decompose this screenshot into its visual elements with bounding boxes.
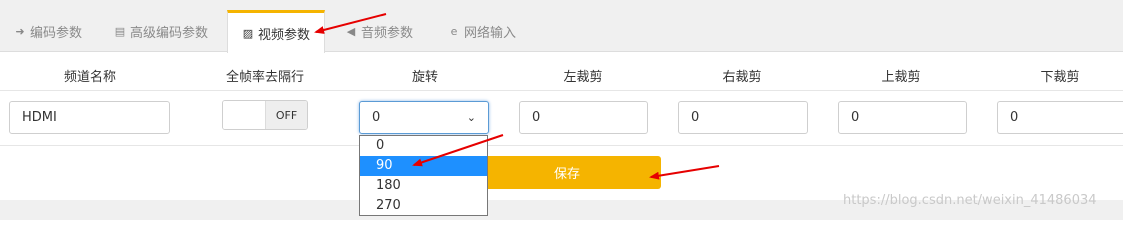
crop-left-value: 0: [532, 110, 541, 125]
row-divider: [0, 90, 1123, 91]
tab-label: 编码参数: [30, 25, 83, 41]
header-channel-name: 频道名称: [63, 70, 116, 85]
crop-right-input[interactable]: 0: [678, 101, 808, 134]
crop-top-input[interactable]: 0: [838, 101, 967, 134]
tab-label: 视频参数: [258, 27, 311, 43]
header-crop-left: 左裁剪: [563, 70, 603, 85]
header-deinterlace: 全帧率去隔行: [225, 70, 304, 85]
watermark-text: https://blog.csdn.net/weixin_41486034: [843, 193, 1097, 208]
crop-right-value: 0: [691, 110, 700, 125]
rotate-option-0[interactable]: 0: [360, 136, 487, 156]
toggle-state-label: OFF: [264, 101, 307, 129]
row-divider: [0, 145, 1123, 146]
crop-bottom-input[interactable]: 0: [997, 101, 1123, 134]
tab-label: 网络输入: [464, 25, 517, 41]
save-button[interactable]: 保存: [473, 156, 661, 189]
ie-icon: e: [450, 24, 458, 38]
tab-audio-params[interactable]: ◀ 音频参数: [331, 10, 427, 52]
rotate-option-180[interactable]: 180: [360, 176, 487, 196]
channel-name-input[interactable]: HDMI: [9, 101, 170, 134]
tab-network-input[interactable]: e 网络输入: [434, 10, 530, 52]
channel-name-value: HDMI: [22, 110, 57, 125]
crop-top-value: 0: [851, 110, 860, 125]
header-crop-top: 上裁剪: [881, 70, 921, 85]
header-crop-right: 右裁剪: [722, 70, 762, 85]
tab-label: 高级编码参数: [130, 25, 209, 41]
tab-encoding-params[interactable]: ➜ 编码参数: [0, 10, 96, 52]
volume-icon: ◀: [346, 24, 356, 38]
tab-label: 音频参数: [361, 25, 414, 41]
image-icon: ▨: [242, 26, 254, 40]
rotate-select[interactable]: 0 ⌄: [359, 101, 489, 134]
rotate-dropdown-list: 0 90 180 270: [359, 135, 488, 216]
rotate-option-270[interactable]: 270: [360, 196, 487, 216]
deinterlace-toggle[interactable]: OFF: [222, 100, 308, 130]
tab-advanced-encoding-params[interactable]: ▤ 高级编码参数: [100, 10, 222, 52]
crop-left-input[interactable]: 0: [519, 101, 648, 134]
header-rotate: 旋转: [411, 70, 438, 85]
rotate-option-90[interactable]: 90: [360, 156, 487, 176]
tab-video-params[interactable]: ▨ 视频参数: [227, 10, 326, 53]
tab-bar: ➜ 编码参数 ▤ 高级编码参数 ▨ 视频参数 ◀ 音频参数 e 网络输入: [0, 0, 1123, 53]
arrow-to-save-button: [649, 165, 720, 180]
file-icon: ▤: [114, 24, 126, 38]
rotate-selected-value: 0: [372, 110, 381, 125]
header-crop-bottom: 下裁剪: [1040, 70, 1080, 85]
sign-in-icon: ➜: [15, 24, 25, 38]
toggle-knob: [223, 101, 265, 129]
chevron-down-icon: ⌄: [466, 111, 476, 124]
crop-bottom-value: 0: [1010, 110, 1019, 125]
